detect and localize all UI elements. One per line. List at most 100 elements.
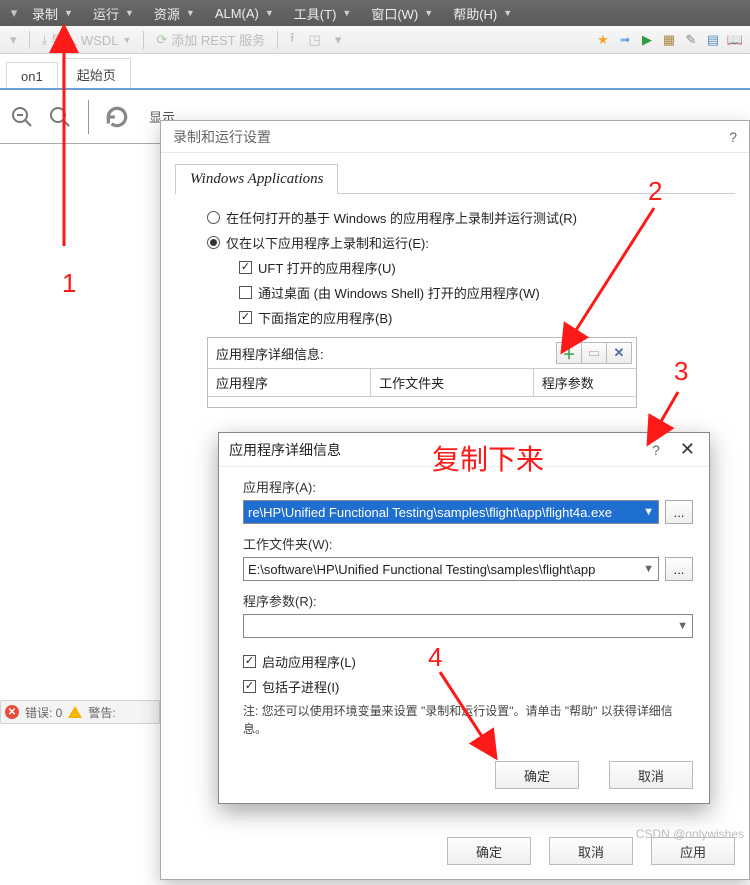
col-folder: 工作文件夹 xyxy=(371,369,534,397)
close-icon[interactable]: ✕ xyxy=(676,439,699,460)
tab-windows-applications[interactable]: Windows Applications xyxy=(175,164,338,194)
menu-run[interactable]: 运行▼ xyxy=(83,0,144,26)
folder-field-label: 工作文件夹(W): xyxy=(243,534,693,553)
folder-browse-button[interactable]: ... xyxy=(665,557,693,581)
check-shell-row[interactable]: 通过桌面 (由 Windows Shell) 打开的应用程序(W) xyxy=(239,283,735,302)
menu-record[interactable]: 录制▼ xyxy=(22,0,83,26)
menu-resource[interactable]: 资源▼ xyxy=(144,0,205,26)
add-app-button[interactable]: ＋ xyxy=(556,342,582,364)
record-cancel-button[interactable]: 取消 xyxy=(549,837,633,865)
radio-any-app-row[interactable]: 在任何打开的基于 Windows 的应用程序上录制并运行测试(R) xyxy=(207,208,735,227)
plus-icon: ＋ xyxy=(562,344,575,363)
warnings-label: 警告: xyxy=(88,704,115,721)
download-icon: ⤓ xyxy=(42,32,48,48)
radio-only-app-row[interactable]: 仅在以下应用程序上录制和运行(E): xyxy=(207,233,735,252)
menu-alm[interactable]: ALM(A)▼ xyxy=(205,0,284,26)
check-below-row[interactable]: 下面指定的应用程序(B) xyxy=(239,308,735,327)
radio-any-app-label: 在任何打开的基于 Windows 的应用程序上录制并运行测试(R) xyxy=(226,208,577,227)
app-details-table: 应用程序 工作文件夹 程序参数 xyxy=(208,369,636,407)
check-uft-row[interactable]: UFT 打开的应用程序(U) xyxy=(239,258,735,277)
check-below-label: 下面指定的应用程序(B) xyxy=(258,308,392,327)
app-field-label: 应用程序(A): xyxy=(243,477,693,496)
menu-tools[interactable]: 工具(T)▼ xyxy=(284,0,362,26)
refresh-icon[interactable] xyxy=(103,103,131,131)
check-uft[interactable] xyxy=(239,261,252,274)
chevron-down-icon[interactable]: ▼ xyxy=(677,620,688,632)
box-icon[interactable]: ▦ xyxy=(660,31,678,49)
star-icon[interactable]: ★ xyxy=(594,31,612,49)
args-input[interactable]: ▼ xyxy=(243,614,693,638)
app-dialog-titlebar: 应用程序详细信息 ? ✕ xyxy=(219,433,709,467)
dialog-titlebar: 录制和运行设置 ? xyxy=(161,121,749,153)
watermark: CSDN @onlywishes xyxy=(636,827,744,841)
check-shell-label: 通过桌面 (由 Windows Shell) 打开的应用程序(W) xyxy=(258,283,540,302)
record-apply-button[interactable]: 应用 xyxy=(651,837,735,865)
dialog-tabstrip: Windows Applications xyxy=(175,163,735,194)
doc-tab-on1[interactable]: on1 xyxy=(6,62,58,88)
check-child-row[interactable]: 包括子进程(I) xyxy=(243,677,693,696)
warning-icon xyxy=(68,706,82,718)
menu-help[interactable]: 帮助(H)▼ xyxy=(443,0,522,26)
col-args: 程序参数 xyxy=(533,369,636,397)
errors-count: 错误: 0 xyxy=(25,704,62,721)
main-toolbar: ▾ ⤓ 导入 WSDL▼ ⟳ 添加 REST 服务 ⭱ ◳ ▾ ★ ➟ ▶ ▦ … xyxy=(0,26,750,54)
toolbar-right-group: ★ ➟ ▶ ▦ ✎ ▤ 📖 xyxy=(594,31,744,49)
env-note: 注: 您还可以使用环境变量来设置 "录制和运行设置"。请单击 "帮助" 以获得详… xyxy=(243,702,693,738)
check-child-label: 包括子进程(I) xyxy=(262,677,339,696)
play-icon[interactable]: ▶ xyxy=(638,31,656,49)
record-dialog-buttons: 确定 取消 应用 xyxy=(447,837,735,865)
radio-only-app-label: 仅在以下应用程序上录制和运行(E): xyxy=(226,233,429,252)
app-path-value: re\HP\Unified Functional Testing\samples… xyxy=(248,505,612,520)
folder-input[interactable]: E:\software\HP\Unified Functional Testin… xyxy=(243,557,659,581)
args-field-label: 程序参数(R): xyxy=(243,591,693,610)
edit-icon: ▭ xyxy=(588,345,600,361)
toolbar-nav-up-icon[interactable]: ⭱ xyxy=(286,29,299,51)
toolbar-generic-icon[interactable]: ▾ xyxy=(331,29,346,51)
app-ok-button[interactable]: 确定 xyxy=(495,761,579,789)
check-launch-row[interactable]: 启动应用程序(L) xyxy=(243,652,693,671)
toolbar-import-wsdl[interactable]: ⤓ 导入 WSDL▼ xyxy=(38,29,136,51)
app-details-dialog: 应用程序详细信息 ? ✕ 应用程序(A): re\HP\Unified Func… xyxy=(218,432,710,804)
app-dialog-buttons: 确定 取消 xyxy=(495,761,693,789)
radio-only-app[interactable] xyxy=(207,236,220,249)
zoom-in-icon[interactable] xyxy=(46,103,74,131)
cross-icon: ✕ xyxy=(614,345,625,361)
chevron-down-icon[interactable]: ▼ xyxy=(643,506,654,518)
app-browse-button[interactable]: ... xyxy=(665,500,693,524)
check-launch-label: 启动应用程序(L) xyxy=(262,652,356,671)
app-cancel-button[interactable]: 取消 xyxy=(609,761,693,789)
book-icon[interactable]: 📖 xyxy=(726,31,744,49)
folder-value: E:\software\HP\Unified Functional Testin… xyxy=(248,562,595,577)
delete-app-button[interactable]: ✕ xyxy=(606,342,632,364)
chevron-down-icon[interactable]: ▼ xyxy=(643,563,654,575)
menu-leading-caret-icon: ▾ xyxy=(6,5,22,21)
help-icon[interactable]: ? xyxy=(729,129,737,145)
radio-any-app[interactable] xyxy=(207,211,220,224)
refresh-icon: ⟳ xyxy=(156,32,167,48)
doc-tab-start[interactable]: 起始页 xyxy=(62,58,131,88)
annotation-1: 1 xyxy=(62,268,76,299)
document-tabs: on1 起始页 xyxy=(0,54,750,90)
arrow-icon[interactable]: ➟ xyxy=(616,31,634,49)
edit-app-button[interactable]: ▭ xyxy=(581,342,607,364)
app-path-input[interactable]: re\HP\Unified Functional Testing\samples… xyxy=(243,500,659,524)
stack-icon[interactable]: ▤ xyxy=(704,31,722,49)
toolbar-new-icon[interactable]: ▾ xyxy=(6,29,21,51)
tools-icon[interactable]: ✎ xyxy=(682,31,700,49)
check-below[interactable] xyxy=(239,311,252,324)
check-launch[interactable] xyxy=(243,655,256,668)
check-child[interactable] xyxy=(243,680,256,693)
record-ok-button[interactable]: 确定 xyxy=(447,837,531,865)
main-menubar: ▾ 录制▼ 运行▼ 资源▼ ALM(A)▼ 工具(T)▼ 窗口(W)▼ 帮助(H… xyxy=(0,0,750,26)
zoom-out-icon[interactable] xyxy=(8,103,36,131)
dialog-title: 录制和运行设置 xyxy=(173,127,271,147)
toolbar-separator xyxy=(277,31,278,49)
app-help-icon[interactable]: ? xyxy=(652,442,660,458)
menu-window[interactable]: 窗口(W)▼ xyxy=(361,0,443,26)
app-details-header: 应用程序详细信息: xyxy=(216,344,324,363)
toolbar-add-rest[interactable]: ⟳ 添加 REST 服务 xyxy=(152,29,269,51)
check-uft-label: UFT 打开的应用程序(U) xyxy=(258,258,396,277)
check-shell[interactable] xyxy=(239,286,252,299)
toolbar-nav-icon[interactable]: ◳ xyxy=(305,29,325,51)
toolbar-separator xyxy=(29,31,30,49)
